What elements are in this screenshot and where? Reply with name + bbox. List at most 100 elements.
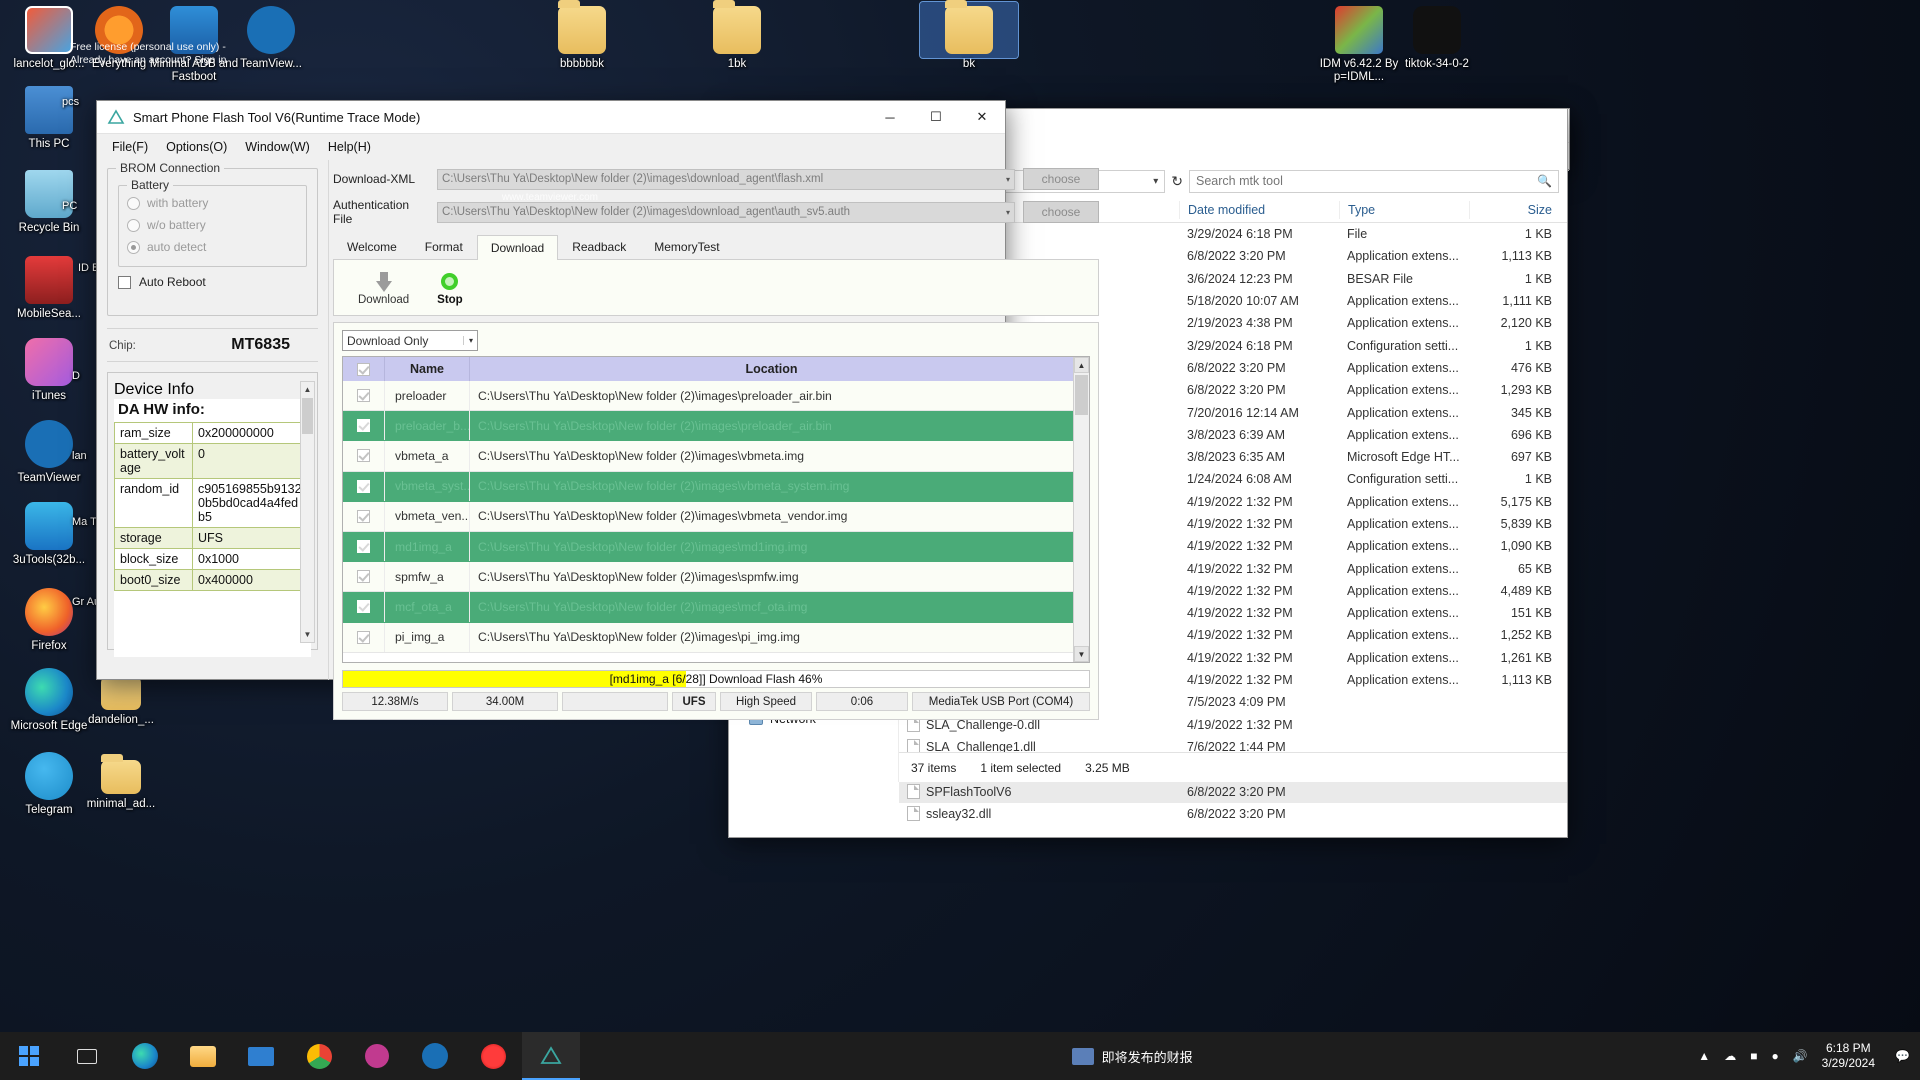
taskbar-news[interactable]: 即将发布的财报 <box>1071 1047 1207 1066</box>
spft-menubar[interactable]: File(F) Options(O) Window(W) Help(H) <box>97 134 1005 160</box>
chevron-up-icon[interactable]: ▲ <box>1698 1049 1710 1063</box>
radio-wo-battery[interactable]: w/o battery <box>127 214 298 236</box>
download-table-row[interactable]: spmfw_a C:\Users\Thu Ya\Desktop\New folde… <box>343 562 1073 593</box>
scroll-up-icon[interactable]: ▲ <box>1074 357 1089 373</box>
chevron-down-icon[interactable]: ▾ <box>1006 208 1010 217</box>
chevron-down-icon[interactable]: ▾ <box>462 336 473 345</box>
choose-download-xml-button[interactable]: choose <box>1023 168 1099 190</box>
scrollbar-thumb[interactable] <box>302 398 313 434</box>
download-table-row[interactable]: md1img_a C:\Users\Thu Ya\Desktop\New fold… <box>343 531 1073 563</box>
spft-titlebar[interactable]: Smart Phone Flash Tool V6(Runtime Trace … <box>97 101 1005 134</box>
taskbar[interactable]: 即将发布的财报 ▲ ☁ ■ ● 🔊 6:18 PM 3/29/2024 💬 <box>0 1032 1920 1080</box>
scroll-down-icon[interactable]: ▼ <box>1074 646 1089 662</box>
sp-flash-tool-window[interactable]: Smart Phone Flash Tool V6(Runtime Trace … <box>96 100 1099 720</box>
download-table-row[interactable]: preloader_b... C:\Users\Thu Ya\Desktop\Ne… <box>343 411 1073 442</box>
device-info-scrollbar[interactable]: ▲ ▼ <box>300 381 315 643</box>
onedrive-icon[interactable]: ☁ <box>1724 1049 1736 1063</box>
tab-readback[interactable]: Readback <box>558 234 640 259</box>
spft-window-title: Smart Phone Flash Tool V6(Runtime Trace … <box>133 109 421 125</box>
desktop-icon-3utools[interactable]: 3uTools(32b... <box>0 502 98 567</box>
desktop-icon-bk[interactable]: bk <box>919 0 1019 70</box>
spft-close-button[interactable]: ✕ <box>959 100 1005 134</box>
menu-file[interactable]: File(F) <box>103 137 157 157</box>
row-checkbox[interactable] <box>343 501 385 531</box>
desktop-icon-minimal-ad[interactable]: minimal_ad... <box>72 752 170 811</box>
download-table-row[interactable]: preloader C:\Users\Thu Ya\Desktop\New fol… <box>343 381 1073 412</box>
taskbar-item-opera[interactable] <box>464 1032 522 1080</box>
battery-icon[interactable]: ■ <box>1750 1049 1757 1063</box>
header-name[interactable]: Name <box>385 357 470 381</box>
spft-window-buttons[interactable]: ─ ☐ ✕ <box>867 100 1005 134</box>
download-xml-input[interactable]: C:\Users\Thu Ya\Desktop\New folder (2)\i… <box>437 168 1015 190</box>
desktop-icon-tiktok[interactable]: tiktok-34-0-2 <box>1388 6 1486 71</box>
auto-reboot-checkbox[interactable]: Auto Reboot <box>118 275 307 289</box>
chevron-down-icon[interactable]: ▾ <box>1006 175 1010 184</box>
download-table[interactable]: Name Location preloader C:\Users\Thu Ya\D… <box>342 356 1090 663</box>
taskbar-item-file-explorer[interactable] <box>174 1032 232 1080</box>
teamviewer-subtitle-2[interactable]: Already have an account? Sign in <box>70 54 226 67</box>
column-header-type[interactable]: Type <box>1339 200 1469 219</box>
download-table-row[interactable]: vbmeta_a C:\Users\Thu Ya\Desktop\New fold… <box>343 441 1073 472</box>
desktop-icon-bbbbbbk[interactable]: bbbbbbk <box>533 0 631 71</box>
menu-window[interactable]: Window(W) <box>236 137 319 157</box>
tab-download[interactable]: Download <box>476 235 559 260</box>
spft-tabs[interactable]: Welcome Format Download Readback MemoryT… <box>333 234 1099 260</box>
notification-icon[interactable]: 💬 <box>1895 1049 1910 1063</box>
row-checkbox[interactable] <box>343 531 385 562</box>
taskbar-item-edge[interactable] <box>116 1032 174 1080</box>
column-header-size[interactable]: Size <box>1469 200 1564 219</box>
search-input[interactable]: Search mtk tool 🔍 <box>1189 169 1559 193</box>
header-location[interactable]: Location <box>470 362 1073 376</box>
spft-maximize-button[interactable]: ☐ <box>913 100 959 134</box>
device-info-row: battery_voltage 0 <box>114 443 311 479</box>
download-table-row[interactable]: pi_img_a C:\Users\Thu Ya\Desktop\New fold… <box>343 622 1073 653</box>
desktop-icon-1bk[interactable]: 1bk <box>688 0 786 71</box>
table-row[interactable]: SPFlashToolV6 6/8/2022 3:20 PM <box>899 780 1567 803</box>
scrollbar-thumb[interactable] <box>1075 375 1088 415</box>
column-header-date[interactable]: Date modified <box>1179 200 1339 219</box>
row-checkbox[interactable] <box>343 471 385 501</box>
menu-help[interactable]: Help(H) <box>319 137 380 157</box>
row-checkbox[interactable] <box>343 381 385 411</box>
taskbar-item-mail[interactable] <box>232 1032 290 1080</box>
taskbar-item-teamviewer[interactable] <box>406 1032 464 1080</box>
taskbar-clock[interactable]: 6:18 PM 3/29/2024 <box>1822 1041 1881 1071</box>
system-tray[interactable]: ▲ ☁ ■ ● 🔊 6:18 PM 3/29/2024 💬 <box>1698 1041 1920 1071</box>
volume-icon[interactable]: 🔊 <box>1793 1049 1808 1063</box>
task-view-button[interactable] <box>58 1032 116 1080</box>
spft-minimize-button[interactable]: ─ <box>867 100 913 134</box>
scroll-up-icon[interactable]: ▲ <box>301 382 314 397</box>
stop-button[interactable]: Stop <box>437 270 463 306</box>
tab-welcome[interactable]: Welcome <box>333 234 411 259</box>
row-checkbox[interactable] <box>343 441 385 471</box>
download-mode-combo[interactable]: Download Only ▾ <box>342 330 478 351</box>
chevron-down-icon[interactable]: ▾ <box>1153 176 1158 187</box>
tab-memorytest[interactable]: MemoryTest <box>640 234 733 259</box>
row-checkbox[interactable] <box>343 622 385 652</box>
download-table-row[interactable]: vbmeta_ven... C:\Users\Thu Ya\Desktop\New… <box>343 501 1073 532</box>
refresh-icon[interactable]: ↻ <box>1171 173 1183 190</box>
download-table-row[interactable]: mcf_ota_a C:\Users\Thu Ya\Desktop\New fol… <box>343 592 1073 623</box>
download-table-header[interactable]: Name Location <box>343 357 1073 381</box>
taskbar-item-search-app[interactable] <box>348 1032 406 1080</box>
download-button[interactable]: Download <box>358 270 409 306</box>
auth-file-input[interactable]: C:\Users\Thu Ya\Desktop\New folder (2)\i… <box>437 201 1015 223</box>
radio-auto-detect[interactable]: auto detect <box>127 236 298 258</box>
tab-format[interactable]: Format <box>411 234 477 259</box>
download-table-scrollbar[interactable]: ▲ ▼ <box>1073 357 1089 662</box>
header-select-all-checkbox[interactable] <box>343 357 385 381</box>
taskbar-item-spflash[interactable] <box>522 1032 580 1080</box>
row-checkbox[interactable] <box>343 592 385 622</box>
start-button[interactable] <box>0 1032 58 1080</box>
taskbar-item-chrome[interactable] <box>290 1032 348 1080</box>
choose-auth-file-button[interactable]: choose <box>1023 201 1099 223</box>
row-checkbox[interactable] <box>343 562 385 592</box>
download-table-row[interactable]: vbmeta_syst... C:\Users\Thu Ya\Desktop\Ne… <box>343 471 1073 502</box>
row-checkbox[interactable] <box>343 411 385 441</box>
menu-options[interactable]: Options(O) <box>157 137 236 157</box>
network-icon[interactable]: ● <box>1771 1049 1778 1063</box>
search-icon[interactable]: 🔍 <box>1537 174 1552 188</box>
scroll-down-icon[interactable]: ▼ <box>301 627 314 642</box>
table-row[interactable]: ssleay32.dll 6/8/2022 3:20 PM <box>899 803 1567 825</box>
desktop-icon-teamviewer-1[interactable]: TeamView... <box>222 6 320 71</box>
